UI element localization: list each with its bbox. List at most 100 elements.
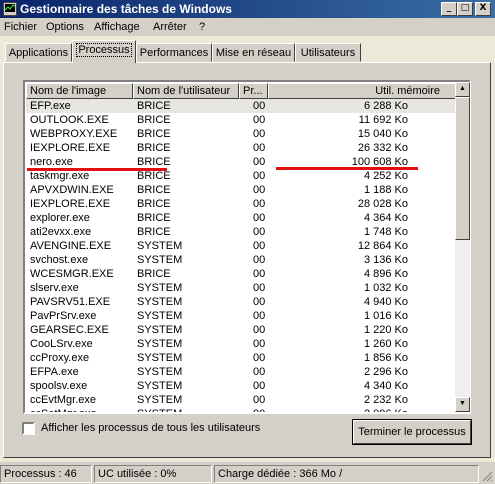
table-row[interactable]: PavPrSrv.exe SYSTEM 00 1 016 Ko: [26, 309, 457, 323]
title-bar[interactable]: Gestionnaire des tâches de Windows _ □ X: [0, 0, 495, 18]
process-list[interactable]: Nom de l'image Nom de l'utilisateur Pr..…: [23, 80, 471, 414]
memory-cell: 1 188 Ko: [363, 184, 408, 196]
column-header-memory[interactable]: Util. mémoire: [268, 83, 457, 99]
memory-cell: 15 040 Ko: [357, 128, 408, 140]
cpu-cell: 00: [253, 114, 266, 126]
list-header: Nom de l'image Nom de l'utilisateur Pr..…: [26, 83, 457, 99]
process-name-cell: CooLSrv.exe: [30, 338, 93, 350]
table-row[interactable]: CooLSrv.exe SYSTEM 00 1 260 Ko: [26, 337, 457, 351]
process-name-cell: PAVSRV51.EXE: [30, 296, 111, 308]
menu-fichier[interactable]: Fichier: [4, 21, 37, 33]
user-name-cell: SYSTEM: [137, 282, 183, 294]
table-row[interactable]: explorer.exe BRICE 00 4 364 Ko: [26, 211, 457, 225]
maximize-button[interactable]: □: [457, 2, 473, 16]
cpu-cell: 00: [253, 366, 266, 378]
tab-processus[interactable]: Processus: [72, 40, 136, 63]
size-grip-icon[interactable]: [482, 471, 493, 482]
table-row[interactable]: EFPA.exe SYSTEM 00 2 296 Ko: [26, 365, 457, 379]
cpu-cell: 00: [253, 268, 266, 280]
vertical-scrollbar[interactable]: ▲ ▼: [455, 82, 470, 412]
user-name-cell: SYSTEM: [137, 394, 183, 406]
column-header-user-name[interactable]: Nom de l'utilisateur: [133, 83, 239, 99]
table-row[interactable]: svchost.exe SYSTEM 00 3 136 Ko: [26, 253, 457, 267]
table-row[interactable]: ccEvtMgr.exe SYSTEM 00 2 232 Ko: [26, 393, 457, 407]
memory-cell: 1 856 Ko: [363, 352, 408, 364]
minimize-button[interactable]: _: [441, 2, 457, 16]
menu-arreter[interactable]: Arrêter: [153, 21, 187, 33]
table-row[interactable]: ati2evxx.exe BRICE 00 1 748 Ko: [26, 225, 457, 239]
scroll-down-icon[interactable]: ▼: [455, 397, 470, 412]
cpu-cell: 00: [253, 100, 266, 112]
cpu-cell: 00: [253, 212, 266, 224]
table-row[interactable]: ccSetMgr.exe SYSTEM 00 2 096 Ko: [26, 407, 457, 414]
table-row[interactable]: PAVSRV51.EXE SYSTEM 00 4 940 Ko: [26, 295, 457, 309]
column-header-cpu[interactable]: Pr...: [239, 83, 268, 99]
table-row[interactable]: OUTLOOK.EXE BRICE 00 11 692 Ko: [26, 113, 457, 127]
memory-cell: 12 864 Ko: [357, 240, 408, 252]
table-row[interactable]: AVENGINE.EXE SYSTEM 00 12 864 Ko: [26, 239, 457, 253]
status-process-count: Processus : 46: [0, 465, 92, 483]
memory-cell: 4 940 Ko: [363, 296, 408, 308]
table-row[interactable]: GEARSEC.EXE SYSTEM 00 1 220 Ko: [26, 323, 457, 337]
memory-cell: 2 296 Ko: [363, 366, 408, 378]
cpu-cell: 00: [253, 310, 266, 322]
process-name-cell: ati2evxx.exe: [30, 226, 92, 238]
user-name-cell: SYSTEM: [137, 408, 183, 414]
tab-utilisateurs[interactable]: Utilisateurs: [295, 43, 361, 62]
cpu-cell: 00: [253, 324, 266, 336]
memory-cell: 1 016 Ko: [363, 310, 408, 322]
menu-help[interactable]: ?: [199, 21, 205, 33]
cpu-cell: 00: [253, 254, 266, 266]
tab-applications[interactable]: Applications: [5, 43, 72, 62]
user-name-cell: SYSTEM: [137, 254, 183, 266]
memory-cell: 1 220 Ko: [363, 324, 408, 336]
memory-cell: 1 748 Ko: [363, 226, 408, 238]
cpu-cell: 00: [253, 408, 266, 414]
table-row[interactable]: EFP.exe BRICE 00 6 288 Ko: [26, 99, 457, 113]
memory-cell: 1 032 Ko: [363, 282, 408, 294]
process-name-cell: EFPA.exe: [30, 366, 79, 378]
table-row[interactable]: IEXPLORE.EXE BRICE 00 26 332 Ko: [26, 141, 457, 155]
status-bar: Processus : 46 UC utilisée : 0% Charge d…: [0, 462, 495, 484]
show-all-users-checkbox[interactable]: [22, 422, 35, 435]
memory-cell: 4 896 Ko: [363, 268, 408, 280]
show-all-users-label[interactable]: Afficher les processus de tous les utili…: [41, 422, 260, 434]
end-process-button[interactable]: Terminer le processus: [352, 419, 472, 445]
close-button[interactable]: X: [475, 2, 491, 16]
tab-performances[interactable]: Performances: [136, 43, 212, 62]
table-row[interactable]: spoolsv.exe SYSTEM 00 4 340 Ko: [26, 379, 457, 393]
list-rows: EFP.exe BRICE 00 6 288 Ko OUTLOOK.EXE BRICE 00…: [26, 99, 457, 414]
table-row[interactable]: WEBPROXY.EXE BRICE 00 15 040 Ko: [26, 127, 457, 141]
user-name-cell: BRICE: [137, 114, 171, 126]
memory-cell: 11 692 Ko: [358, 114, 408, 126]
menu-affichage[interactable]: Affichage: [94, 21, 140, 33]
scroll-up-icon[interactable]: ▲: [455, 82, 470, 97]
table-row[interactable]: ccProxy.exe SYSTEM 00 1 856 Ko: [26, 351, 457, 365]
cpu-cell: 00: [253, 156, 266, 168]
user-name-cell: BRICE: [137, 156, 171, 168]
process-name-cell: PavPrSrv.exe: [30, 310, 97, 322]
table-row[interactable]: IEXPLORE.EXE BRICE 00 28 028 Ko: [26, 197, 457, 211]
memory-cell: 3 136 Ko: [363, 254, 408, 266]
process-name-cell: ccEvtMgr.exe: [30, 394, 97, 406]
table-row[interactable]: APVXDWIN.EXE BRICE 00 1 188 Ko: [26, 183, 457, 197]
cpu-cell: 00: [253, 198, 266, 210]
process-name-cell: nero.exe: [30, 156, 73, 168]
memory-cell: 2 232 Ko: [363, 394, 408, 406]
column-header-image-name[interactable]: Nom de l'image: [26, 83, 133, 99]
table-row[interactable]: WCESMGR.EXE BRICE 00 4 896 Ko: [26, 267, 457, 281]
table-row[interactable]: taskmgr.exe BRICE 00 4 252 Ko: [26, 169, 457, 183]
memory-cell: 4 364 Ko: [363, 212, 408, 224]
scroll-thumb[interactable]: [455, 97, 470, 240]
user-name-cell: BRICE: [137, 184, 171, 196]
window-title: Gestionnaire des tâches de Windows: [20, 2, 232, 16]
cpu-cell: 00: [253, 128, 266, 140]
tab-mise-en-reseau[interactable]: Mise en réseau: [212, 43, 295, 62]
cpu-cell: 00: [253, 394, 266, 406]
table-row[interactable]: slserv.exe SYSTEM 00 1 032 Ko: [26, 281, 457, 295]
menu-options[interactable]: Options: [46, 21, 84, 33]
process-name-cell: IEXPLORE.EXE: [30, 198, 111, 210]
user-name-cell: SYSTEM: [137, 324, 183, 336]
user-name-cell: BRICE: [137, 128, 171, 140]
cpu-cell: 00: [253, 352, 266, 364]
